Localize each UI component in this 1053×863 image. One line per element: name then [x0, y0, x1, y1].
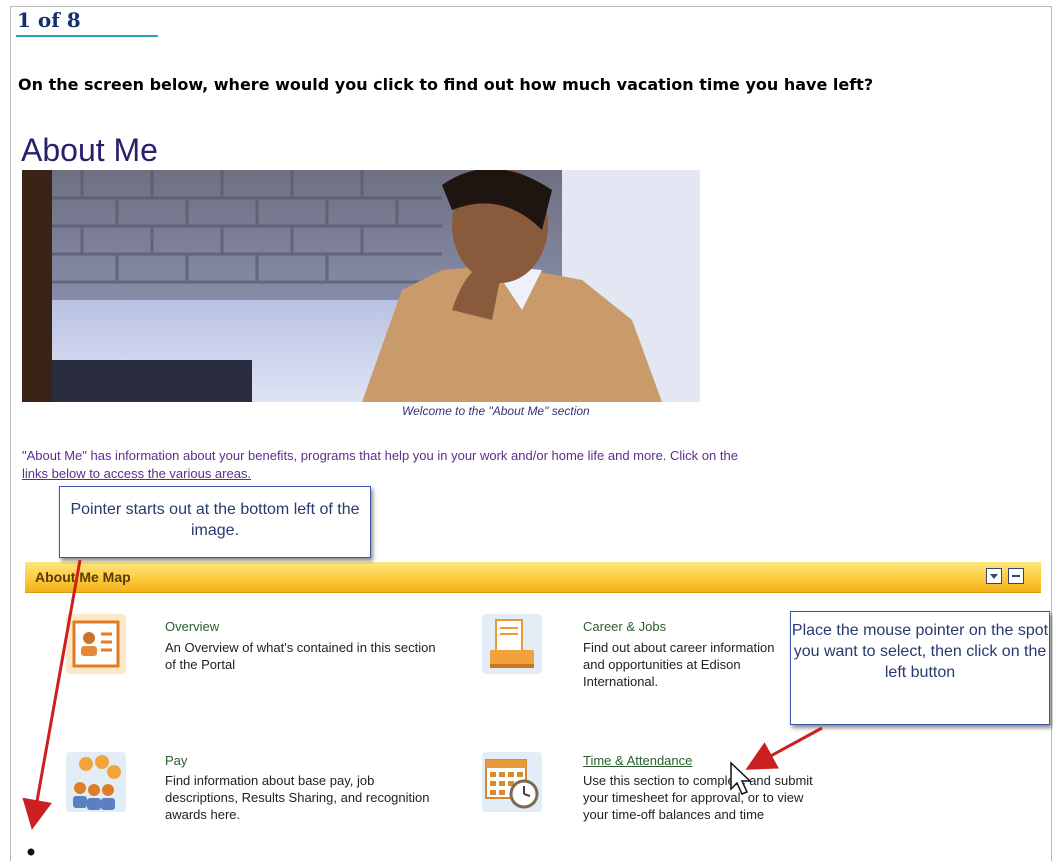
- start-arrow: [22, 559, 82, 830]
- mouse-cursor-icon: [730, 761, 752, 795]
- annotation-overlay: [22, 559, 823, 856]
- pointer-start-dot: [27, 848, 35, 856]
- target-arrow: [745, 726, 823, 770]
